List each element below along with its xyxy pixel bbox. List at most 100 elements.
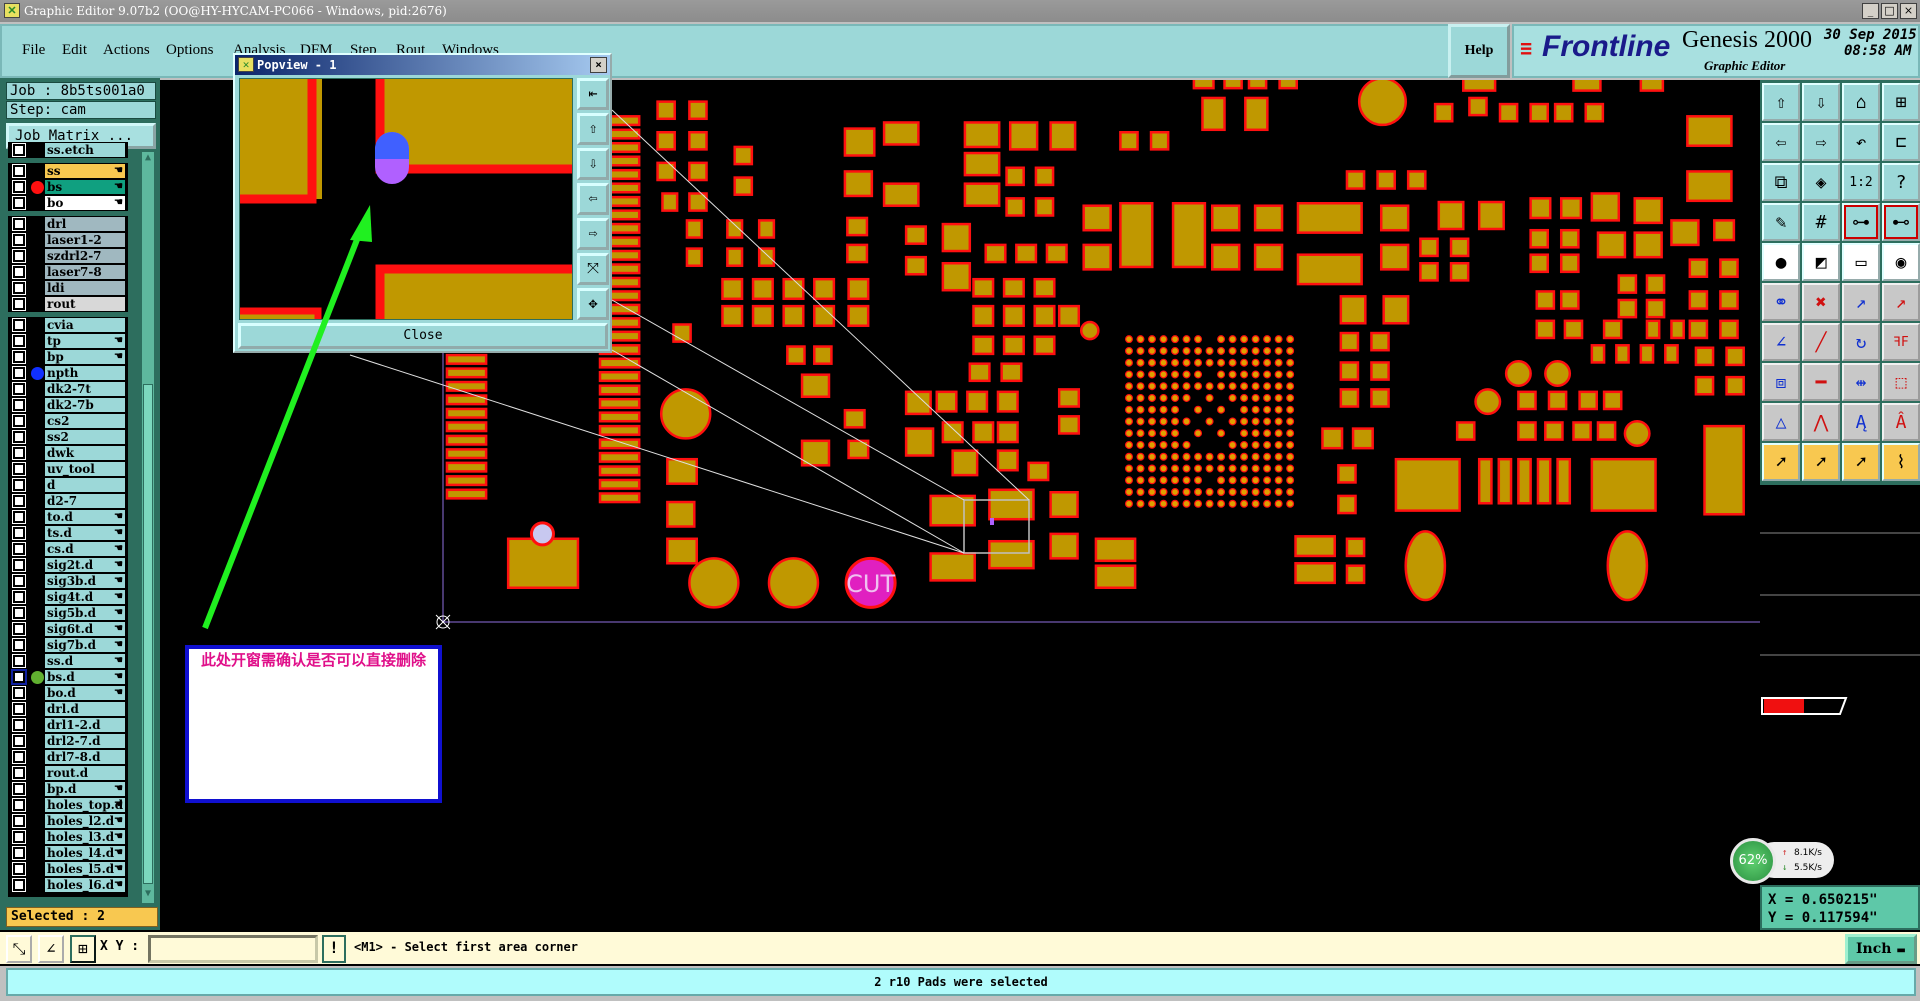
layer-row[interactable]: ss ☚ [8, 163, 128, 179]
xy-input[interactable] [148, 935, 318, 963]
triangle-icon[interactable]: △ [1762, 403, 1800, 441]
layer-name[interactable]: cs.d ☚ [45, 542, 125, 556]
layer-row[interactable]: dk2-7t [8, 381, 128, 397]
layer-checkbox[interactable] [12, 217, 26, 231]
layer-name[interactable]: ss.d ☚ [45, 654, 125, 668]
layer-checkbox[interactable] [12, 542, 26, 556]
layer-checkbox[interactable] [12, 622, 26, 636]
select-arrow-icon[interactable]: ➚ [1762, 443, 1800, 481]
mini-map[interactable] [1760, 485, 1920, 885]
layer-checkbox[interactable] [12, 718, 26, 732]
move-pad-icon[interactable]: ● [1762, 243, 1800, 281]
layer-name[interactable]: holes_l5.d ☚ [45, 862, 125, 876]
layer-row[interactable]: holes_l3.d ☚ [8, 829, 128, 845]
layer-checkbox[interactable] [12, 750, 26, 764]
snap-icon[interactable]: ⊏ [1882, 123, 1920, 161]
layer-checkbox[interactable] [12, 654, 26, 668]
scroll-thumb[interactable] [143, 384, 153, 884]
popview-close-icon[interactable]: × [590, 57, 607, 73]
layer-name[interactable]: bs.d ☚ [45, 670, 125, 684]
layer-row[interactable]: to.d ☚ [8, 509, 128, 525]
layer-row[interactable]: tp ☚ [8, 333, 128, 349]
layer-name[interactable]: laser1-2 [45, 233, 125, 247]
work-layer-icon[interactable] [31, 671, 44, 684]
layer-checkbox[interactable] [12, 414, 26, 428]
layer-name[interactable]: bo ☚ [45, 196, 125, 210]
pan-down-icon[interactable]: ⇩ [577, 148, 609, 180]
layer-checkbox[interactable] [12, 366, 26, 380]
layer-checkbox[interactable] [12, 798, 26, 812]
layer-name[interactable]: ss2 [45, 430, 125, 444]
layer-name[interactable]: dk2-7b [45, 398, 125, 412]
layer-checkbox[interactable] [12, 318, 26, 332]
layer-row[interactable]: laser7-8 [8, 264, 128, 280]
zoom-back-icon[interactable]: ⇤ [577, 78, 609, 110]
layer-name[interactable]: laser7-8 [45, 265, 125, 279]
pan-left-icon[interactable]: ⇦ [577, 183, 609, 215]
layer-name[interactable]: uv_tool [45, 462, 125, 476]
layer-row[interactable]: ts.d ☚ [8, 525, 128, 541]
layer-row[interactable]: rout.d [8, 765, 128, 781]
layer-name[interactable]: npth [45, 366, 125, 380]
layer-checkbox[interactable] [12, 196, 26, 210]
layer-checkbox[interactable] [12, 526, 26, 540]
layer-name[interactable]: sig4t.d ☚ [45, 590, 125, 604]
line-slant-icon[interactable]: ╱ [1802, 323, 1840, 361]
layer-row[interactable]: sig6t.d ☚ [8, 621, 128, 637]
layer-row[interactable]: ss.d ☚ [8, 653, 128, 669]
rotate-icon[interactable]: ↻ [1842, 323, 1880, 361]
layer-name[interactable]: holes_l3.d ☚ [45, 830, 125, 844]
menu-file[interactable]: File [22, 42, 45, 59]
layer-name[interactable]: sig5b.d ☚ [45, 606, 125, 620]
arc-icon[interactable]: ⋀ [1802, 403, 1840, 441]
layer-name[interactable]: dwk [45, 446, 125, 460]
layer-name[interactable]: dk2-7t [45, 382, 125, 396]
grid-icon[interactable]: # [1802, 203, 1840, 241]
layer-name[interactable]: holes_l6.d ☚ [45, 878, 125, 892]
layer-row[interactable]: bo ☚ [8, 195, 128, 211]
layer-checkbox[interactable] [12, 350, 26, 364]
snap-angle-icon[interactable]: ∠ [38, 935, 64, 963]
layer-checkbox[interactable] [12, 878, 26, 892]
layer-checkbox[interactable] [12, 510, 26, 524]
zoom-center-icon[interactable]: ◈ [1802, 163, 1840, 201]
grid-snap-icon[interactable]: ⊞ [70, 935, 96, 963]
layer-checkbox[interactable] [12, 446, 26, 460]
scroll-up-icon[interactable]: ▲ [142, 152, 154, 166]
layer-name[interactable]: drl1-2.d [45, 718, 125, 732]
layer-row[interactable]: drl1-2.d [8, 717, 128, 733]
layer-name[interactable]: sig2t.d ☚ [45, 558, 125, 572]
layer-checkbox[interactable] [12, 574, 26, 588]
menu-options[interactable]: Options [166, 42, 214, 59]
layer-name[interactable]: sig6t.d ☚ [45, 622, 125, 636]
popview-title-bar[interactable]: ✕ Popview - 1 × [235, 55, 610, 75]
layer-name[interactable]: d2-7 [45, 494, 125, 508]
layer-checkbox[interactable] [12, 249, 26, 263]
layer-checkbox[interactable] [12, 494, 26, 508]
dimension-icon[interactable]: ⇹ [1842, 363, 1880, 401]
layer-row[interactable]: cs2 [8, 413, 128, 429]
layer-checkbox[interactable] [12, 846, 26, 860]
layer-checkbox[interactable] [12, 398, 26, 412]
line-segment-icon[interactable]: ━ [1802, 363, 1840, 401]
undo-view-icon[interactable]: ↶ [1842, 123, 1880, 161]
layer-row[interactable]: bo.d ☚ [8, 685, 128, 701]
layer-name[interactable]: sig3b.d ☚ [45, 574, 125, 588]
ruler-icon[interactable]: ▭ [1842, 243, 1880, 281]
layer-name[interactable]: sig7b.d ☚ [45, 638, 125, 652]
layer-row[interactable]: drl [8, 216, 128, 232]
layer-name[interactable]: holes_l2.d ☚ [45, 814, 125, 828]
layer-checkbox[interactable] [12, 462, 26, 476]
layer-bottom-icon[interactable]: ⊷ [1882, 203, 1920, 241]
layer-name[interactable]: bp ☚ [45, 350, 125, 364]
pan-up-icon[interactable]: ⇧ [577, 113, 609, 145]
angle-line-icon[interactable]: ∠ [1762, 323, 1800, 361]
select-polygon-icon[interactable]: ➚ [1842, 443, 1880, 481]
layer-row[interactable]: holes_l5.d ☚ [8, 861, 128, 877]
layer-row[interactable]: bp ☚ [8, 349, 128, 365]
layer-name[interactable]: rout.d [45, 766, 125, 780]
layer-checkbox[interactable] [12, 297, 26, 311]
select-box-icon[interactable]: ➚ [1802, 443, 1840, 481]
layer-name[interactable]: tp ☚ [45, 334, 125, 348]
zoom-in-icon[interactable]: ⤧ [577, 253, 609, 285]
